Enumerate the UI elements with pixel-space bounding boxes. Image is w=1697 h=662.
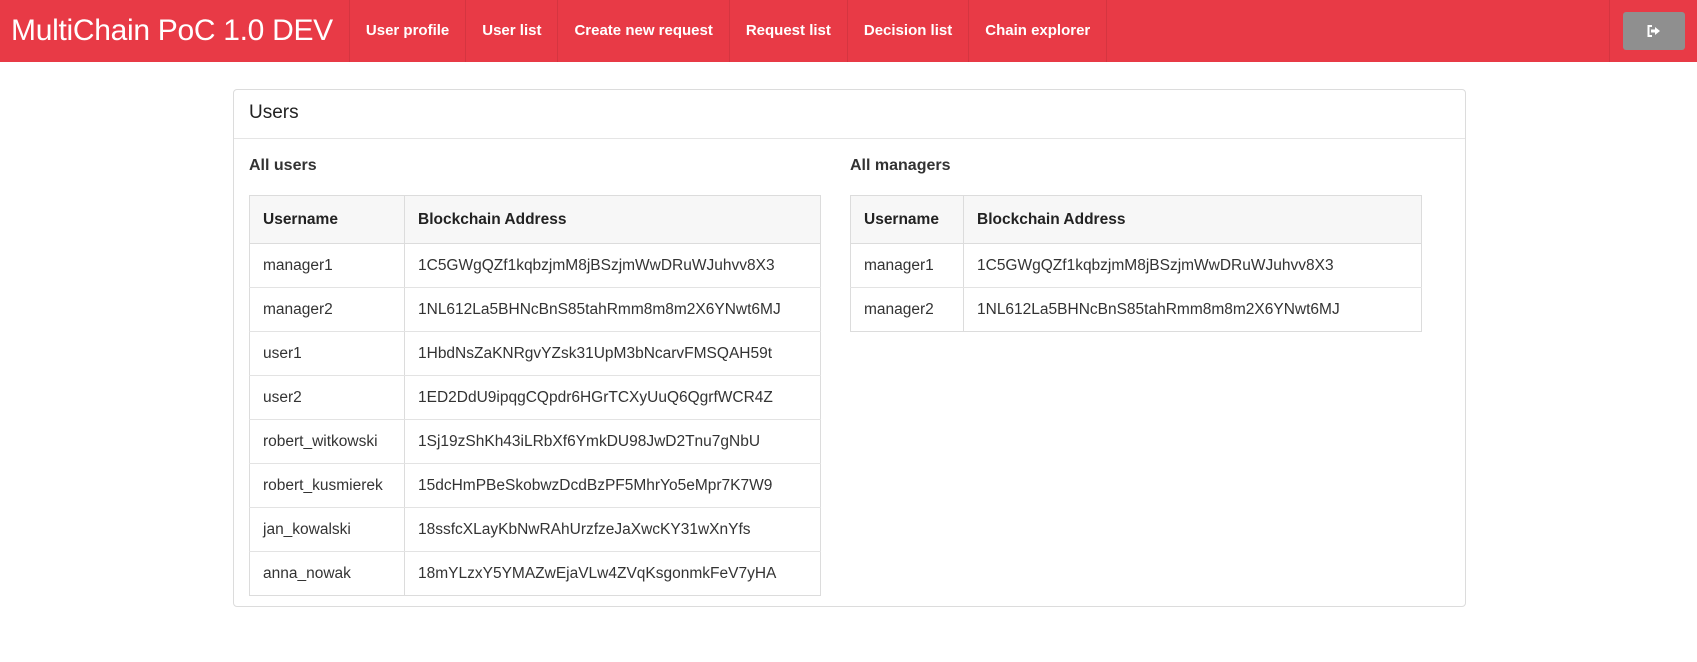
column-header-address: Blockchain Address xyxy=(963,195,1422,244)
table-row: jan_kowalski 18ssfcXLayKbNwRAhUrzfzeJaXw… xyxy=(249,507,821,552)
address-cell: 1C5GWgQZf1kqbzjmM8jBSzjmWwDRuWJuhvv8X3 xyxy=(963,243,1422,288)
main-nav: User profile User list Create new reques… xyxy=(348,0,1108,62)
address-cell: 1NL612La5BHNcBnS85tahRmm8m8m2X6YNwt6MJ xyxy=(963,287,1422,332)
username-cell: user1 xyxy=(249,331,405,376)
nav-chain-explorer[interactable]: Chain explorer xyxy=(969,0,1108,62)
sign-out-icon xyxy=(1647,25,1660,37)
all-users-title: All users xyxy=(249,157,317,174)
table-header-row: Username Blockchain Address xyxy=(249,195,821,244)
column-header-address: Blockchain Address xyxy=(404,195,821,244)
address-cell: 15dcHmPBeSkobwzDcdBzPF5MhrYo5eMpr7K7W9 xyxy=(404,463,821,508)
username-cell: jan_kowalski xyxy=(249,507,405,552)
username-cell: manager1 xyxy=(249,243,405,288)
nav-user-profile[interactable]: User profile xyxy=(348,0,467,62)
nav-request-list[interactable]: Request list xyxy=(730,0,848,62)
address-cell: 1ED2DdU9ipqgCQpdr6HGrTCXyUuQ6QgrfWCR4Z xyxy=(404,375,821,420)
table-row: manager2 1NL612La5BHNcBnS85tahRmm8m8m2X6… xyxy=(850,287,1422,332)
nav-user-list[interactable]: User list xyxy=(466,0,559,62)
username-cell: manager2 xyxy=(850,287,964,332)
logout-button[interactable] xyxy=(1622,12,1685,50)
all-users-section: All users Username Blockchain Address ma… xyxy=(249,153,821,596)
address-cell: 1Sj19zShKh43iLRbXf6YmkDU98JwD2Tnu7gNbU xyxy=(404,419,821,464)
nav-create-new-request[interactable]: Create new request xyxy=(558,0,730,62)
all-managers-title: All managers xyxy=(850,157,951,174)
table-header-row: Username Blockchain Address xyxy=(850,195,1422,244)
nav-decision-list[interactable]: Decision list xyxy=(848,0,970,62)
username-cell: robert_kusmierek xyxy=(249,463,405,508)
users-panel: Users All users Username Blockchain Addr… xyxy=(233,89,1466,607)
username-cell: manager2 xyxy=(249,287,405,332)
username-cell: anna_nowak xyxy=(249,551,405,596)
nav-right-area xyxy=(1609,0,1697,62)
username-cell: user2 xyxy=(249,375,405,420)
table-row: manager1 1C5GWgQZf1kqbzjmM8jBSzjmWwDRuWJ… xyxy=(249,243,821,288)
address-cell: 18mYLzxY5YMAZwEjaVLw4ZVqKsgonmkFeV7yHA xyxy=(404,551,821,596)
column-header-username: Username xyxy=(850,195,964,244)
address-cell: 18ssfcXLayKbNwRAhUrzfzeJaXwcKY31wXnYfs xyxy=(404,507,821,552)
top-navbar: MultiChain PoC 1.0 DEV User profile User… xyxy=(0,0,1697,62)
address-cell: 1HbdNsZaKNRgvYZsk31UpM3bNcarvFMSQAH59t xyxy=(404,331,821,376)
table-row: manager1 1C5GWgQZf1kqbzjmM8jBSzjmWwDRuWJ… xyxy=(850,243,1422,288)
address-cell: 1C5GWgQZf1kqbzjmM8jBSzjmWwDRuWJuhvv8X3 xyxy=(404,243,821,288)
table-row: user1 1HbdNsZaKNRgvYZsk31UpM3bNcarvFMSQA… xyxy=(249,331,821,376)
table-row: anna_nowak 18mYLzxY5YMAZwEjaVLw4ZVqKsgon… xyxy=(249,551,821,596)
table-row: robert_witkowski 1Sj19zShKh43iLRbXf6YmkD… xyxy=(249,419,821,464)
username-cell: manager1 xyxy=(850,243,964,288)
table-row: robert_kusmierek 15dcHmPBeSkobwzDcdBzPF5… xyxy=(249,463,821,508)
username-cell: robert_witkowski xyxy=(249,419,405,464)
column-header-username: Username xyxy=(249,195,405,244)
all-users-table: Username Blockchain Address manager1 1C5… xyxy=(249,195,821,596)
address-cell: 1NL612La5BHNcBnS85tahRmm8m8m2X6YNwt6MJ xyxy=(404,287,821,332)
panel-title: Users xyxy=(234,90,1465,139)
brand-title[interactable]: MultiChain PoC 1.0 DEV xyxy=(0,0,349,62)
table-row: manager2 1NL612La5BHNcBnS85tahRmm8m8m2X6… xyxy=(249,287,821,332)
all-managers-section: All managers Username Blockchain Address… xyxy=(850,153,1422,332)
table-row: user2 1ED2DdU9ipqgCQpdr6HGrTCXyUuQ6QgrfW… xyxy=(249,375,821,420)
all-managers-table: Username Blockchain Address manager1 1C5… xyxy=(850,195,1422,332)
